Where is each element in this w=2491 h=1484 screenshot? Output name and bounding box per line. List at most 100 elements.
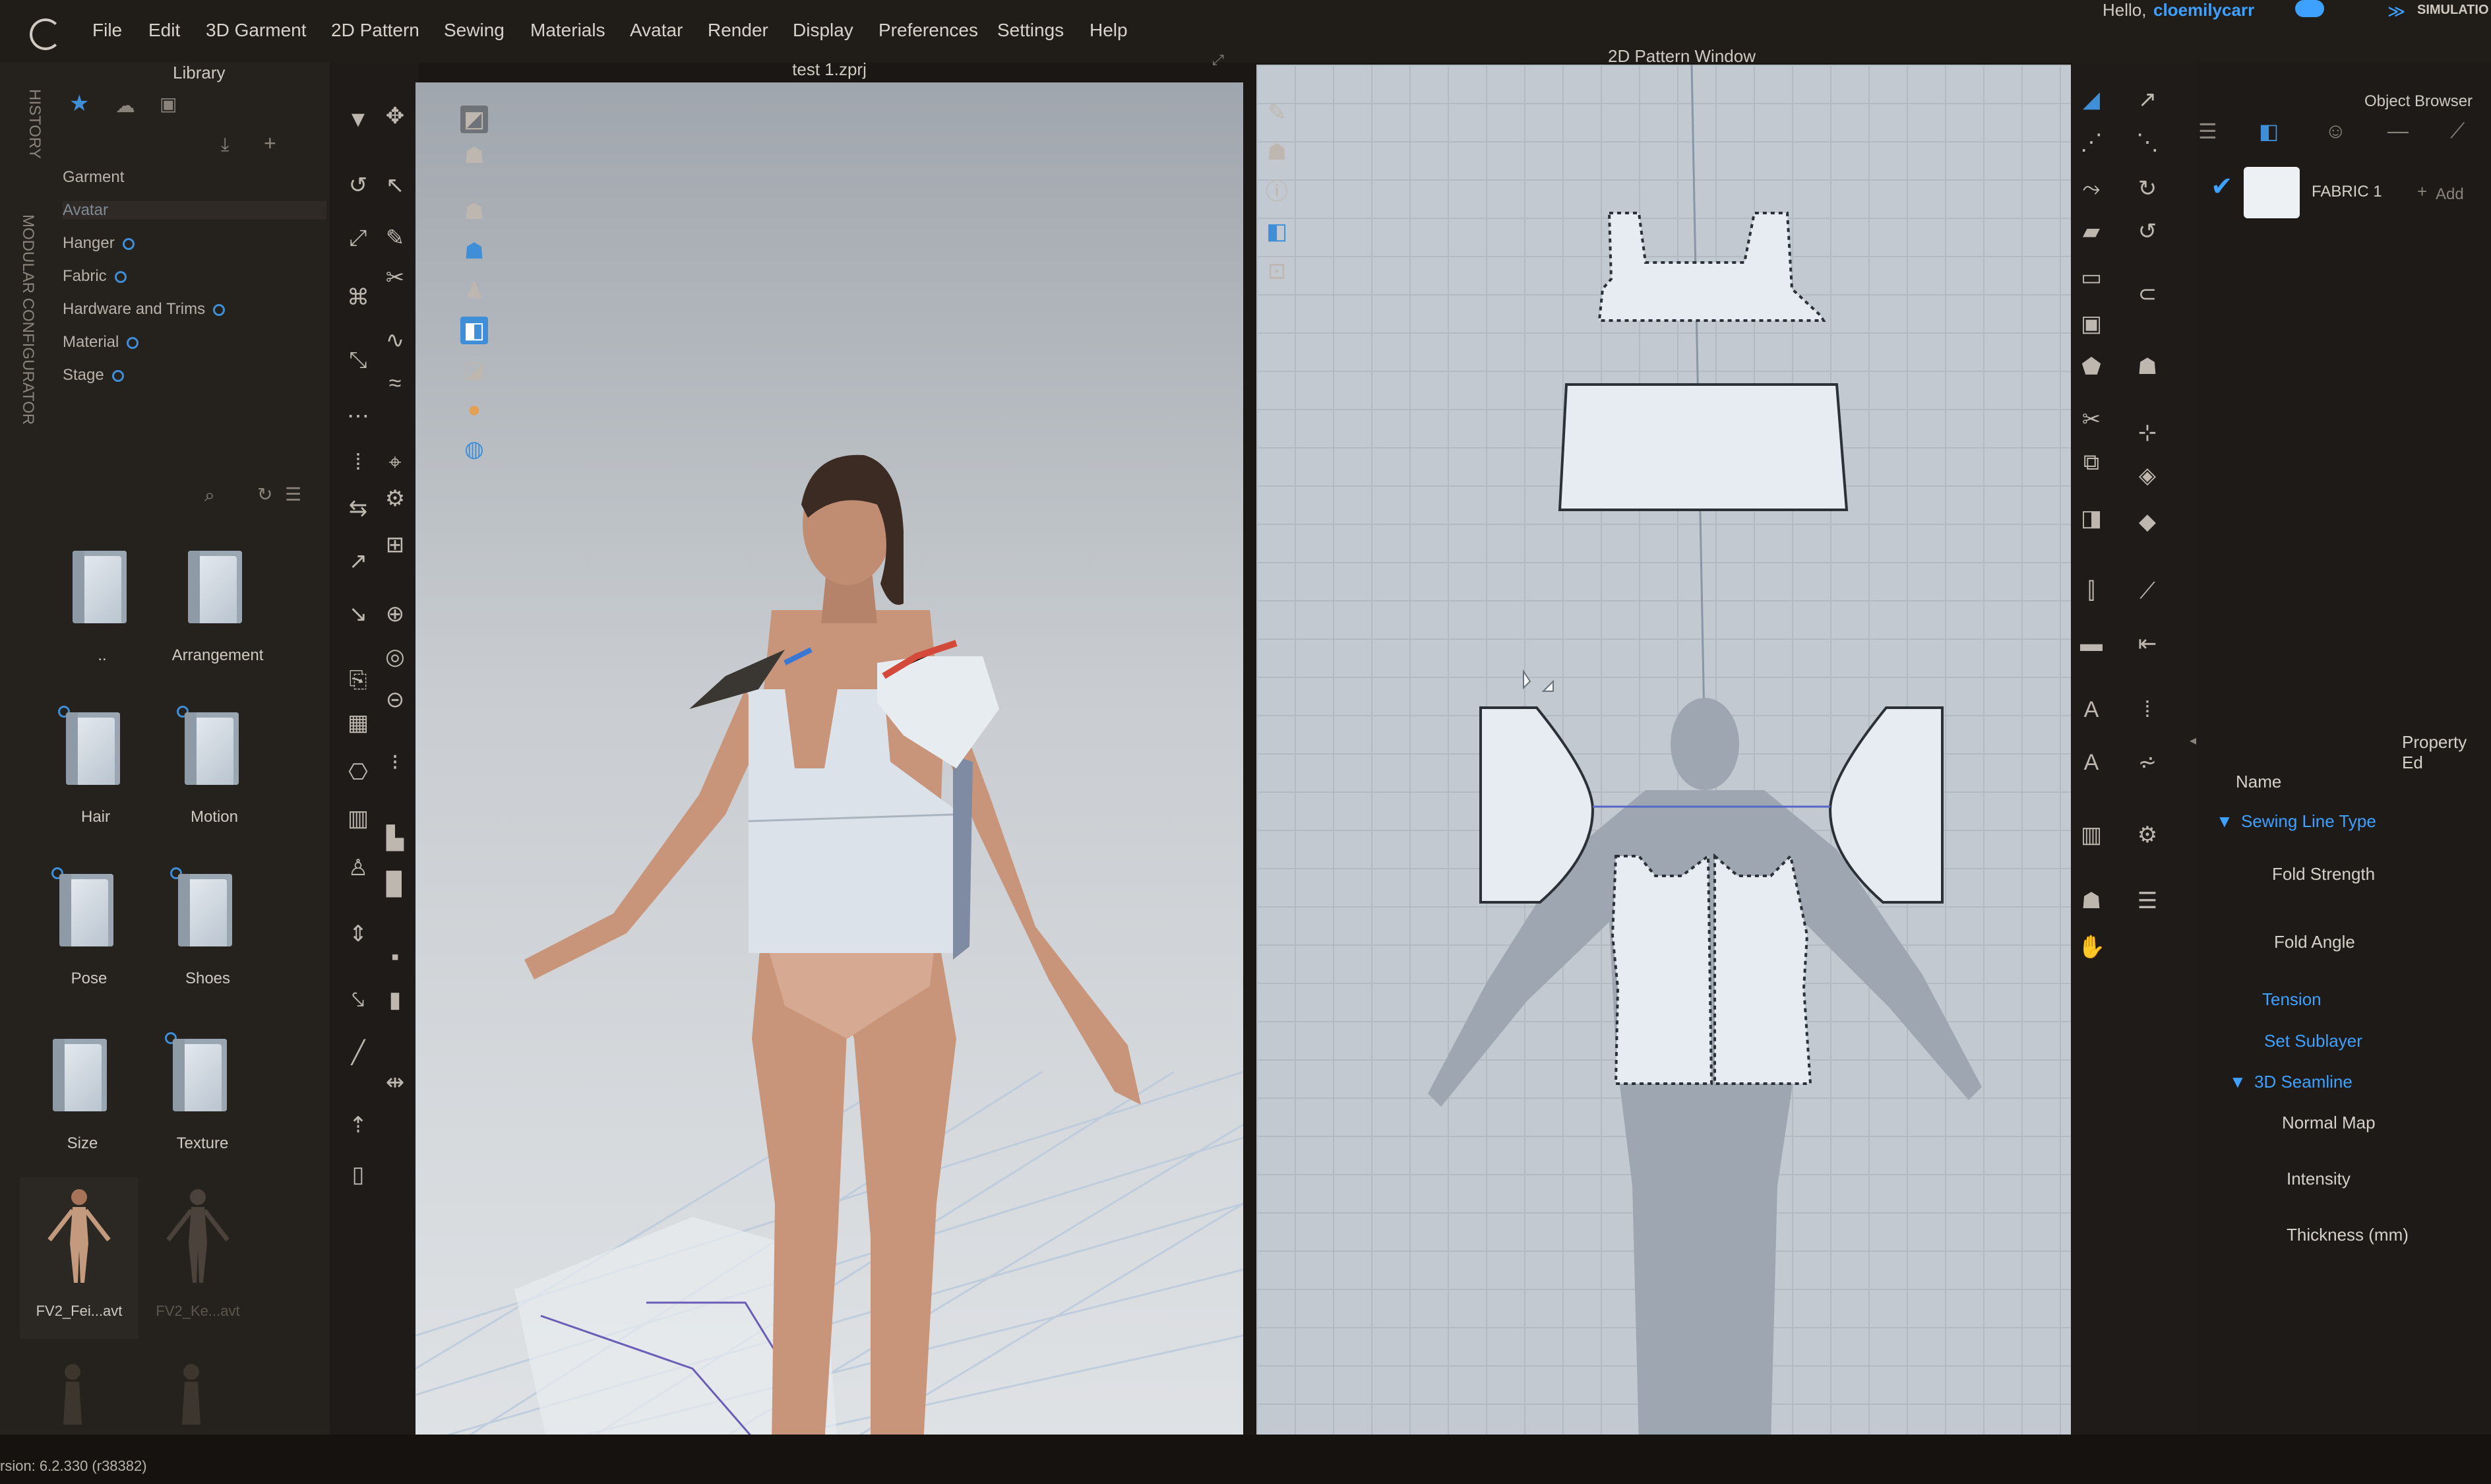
trace-icon[interactable]: ⤥ bbox=[344, 986, 372, 1014]
size-icon[interactable]: ⇕ bbox=[344, 920, 372, 948]
text-icon[interactable]: A bbox=[2077, 696, 2105, 724]
folder-texture[interactable]: Texture bbox=[146, 1032, 259, 1190]
rotate-icon[interactable]: ↺ bbox=[2134, 218, 2161, 245]
dotted-icon[interactable]: ⁞ bbox=[344, 448, 372, 476]
add-plus-icon[interactable]: + bbox=[2417, 181, 2427, 202]
diamond-icon[interactable]: ◈ bbox=[2134, 462, 2161, 489]
seam-icon[interactable]: ⊹ bbox=[2134, 419, 2161, 447]
avatar-pose-icon[interactable]: ♙ bbox=[344, 854, 372, 882]
list-view-icon[interactable]: ☰ bbox=[285, 483, 301, 505]
add-icon[interactable]: + bbox=[264, 131, 276, 156]
fabric-swatch[interactable] bbox=[2244, 167, 2300, 218]
line-icon[interactable]: ↗ bbox=[344, 547, 372, 575]
cloud-library-icon[interactable]: ☁ bbox=[115, 94, 135, 117]
lib-cat-hardware[interactable]: Hardware and Trims bbox=[63, 300, 226, 319]
select-mesh-icon[interactable]: ↖ bbox=[381, 171, 409, 199]
garment-icon[interactable]: ⌘ bbox=[344, 284, 372, 311]
gift-icon[interactable]: ⎔ bbox=[344, 758, 372, 786]
dotted-line-icon[interactable]: ⋰ bbox=[2077, 129, 2105, 156]
avatar-skin-icon[interactable]: ● bbox=[460, 396, 488, 423]
menu-3d-garment[interactable]: 3D Garment bbox=[206, 20, 307, 41]
menu-settings[interactable]: Settings bbox=[997, 20, 1064, 41]
folder-hair[interactable]: Hair bbox=[40, 706, 152, 864]
button-icon[interactable]: ⚙ bbox=[381, 485, 409, 512]
display-garment-icon[interactable]: ◩ bbox=[460, 106, 488, 133]
node-edit-icon[interactable]: ⋱ bbox=[2134, 129, 2161, 156]
menu-display[interactable]: Display bbox=[793, 20, 853, 41]
refresh-icon[interactable]: ↻ bbox=[257, 483, 272, 505]
info-icon[interactable]: ⓘ bbox=[1263, 178, 1291, 206]
shirt-texture-icon[interactable]: ☗ bbox=[460, 237, 488, 265]
shirt-fill-icon[interactable]: ☗ bbox=[2077, 887, 2105, 915]
circle-icon[interactable]: ◎ bbox=[381, 643, 409, 671]
modular-configurator-tab[interactable]: MODULAR CONFIGURATOR bbox=[18, 214, 37, 425]
avatar-thumb-feifei[interactable]: FV2_Fei...avt bbox=[20, 1177, 138, 1339]
arrow-select-icon[interactable]: ↗ bbox=[2134, 86, 2161, 113]
pattern-texture-icon[interactable]: ◧ bbox=[1263, 218, 1291, 245]
pattern-shirt-icon[interactable]: ☗ bbox=[1263, 139, 1291, 166]
pattern-lock-icon[interactable]: ⊡ bbox=[1263, 257, 1291, 285]
shirt-icon[interactable]: ☗ bbox=[460, 142, 488, 170]
measure-line-icon[interactable]: ⇤ bbox=[2134, 630, 2161, 658]
folder-pose[interactable]: Pose bbox=[33, 867, 145, 1026]
curve-point-icon[interactable]: ↻ bbox=[2134, 175, 2161, 202]
pencil-icon[interactable]: ⟋ bbox=[2450, 119, 2465, 144]
pen-icon[interactable]: ╱ bbox=[344, 1039, 372, 1067]
lib-cat-stage[interactable]: Stage bbox=[63, 366, 124, 385]
gear-icon[interactable]: ⚙ bbox=[2134, 821, 2161, 849]
prop-3d-seamline-arrow-icon[interactable]: ▼ bbox=[2229, 1072, 2246, 1092]
rectangle-icon[interactable]: ▭ bbox=[2077, 264, 2105, 292]
segment-icon[interactable]: ◢ bbox=[2077, 86, 2105, 113]
prop-sewing-line-type-arrow-icon[interactable]: ▼ bbox=[2216, 811, 2233, 832]
edit-curve-icon[interactable]: ⤳ bbox=[2077, 175, 2105, 202]
select-move-icon[interactable]: ▼ bbox=[344, 106, 372, 133]
cut-icon[interactable]: ✂ bbox=[2077, 406, 2105, 433]
internal-rect-icon[interactable]: ▣ bbox=[2077, 310, 2105, 338]
diamond-grid-icon[interactable]: ◆ bbox=[2134, 508, 2161, 536]
link-icon[interactable]: ↘ bbox=[344, 600, 372, 628]
maximize-3d-icon[interactable]: ⤢ bbox=[1212, 51, 1224, 69]
fabric-check-icon[interactable]: ✔ bbox=[2211, 171, 2233, 202]
annotation-icon[interactable]: ⁞ bbox=[2134, 696, 2161, 724]
curve-icon[interactable]: ∿ bbox=[381, 326, 409, 354]
split-arrow-icon[interactable]: ⇹ bbox=[381, 1068, 409, 1096]
fold-icon[interactable]: ✂ bbox=[381, 264, 409, 292]
menu-edit[interactable]: Edit bbox=[148, 20, 180, 41]
fold-arrangement-icon[interactable]: ✥ bbox=[381, 102, 409, 130]
menu-file[interactable]: File bbox=[92, 20, 122, 41]
shade-icon[interactable]: ▉ bbox=[381, 871, 409, 898]
add-button[interactable]: Add bbox=[2436, 185, 2464, 204]
width-icon[interactable]: ⩫ bbox=[2134, 749, 2161, 776]
lock-icon[interactable]: ⊝ bbox=[381, 686, 409, 714]
prop-tension[interactable]: Tension bbox=[2262, 989, 2322, 1010]
polygon-icon[interactable]: ⬟ bbox=[2077, 353, 2105, 381]
menu-help[interactable]: Help bbox=[1090, 20, 1128, 41]
list-view-icon[interactable]: ☰ bbox=[2198, 119, 2217, 144]
lib-cat-fabric[interactable]: Fabric bbox=[63, 267, 127, 286]
edit-pattern-icon[interactable]: ⤢ bbox=[344, 224, 372, 252]
mirror-icon[interactable]: ⧉ bbox=[2077, 448, 2105, 476]
move-avatar-icon[interactable]: ⇡ bbox=[344, 1111, 372, 1139]
surface-icon[interactable]: ◪ bbox=[460, 356, 488, 384]
columns-icon[interactable]: ▥ bbox=[2077, 821, 2105, 849]
store-icon[interactable]: ▣ bbox=[160, 93, 177, 115]
menu-materials[interactable]: Materials bbox=[530, 20, 605, 41]
panel-icon[interactable]: ▮ bbox=[381, 986, 409, 1014]
block-icon[interactable]: ▙ bbox=[381, 824, 409, 852]
lib-cat-hanger[interactable]: Hanger bbox=[63, 234, 135, 253]
menu-2d-pattern[interactable]: 2D Pattern bbox=[331, 20, 419, 41]
cloud-icon[interactable] bbox=[2295, 0, 2324, 17]
simulation-label[interactable]: SIMULATIO bbox=[2417, 3, 2489, 18]
book-icon[interactable]: ▥ bbox=[344, 805, 372, 832]
pattern-display-icon[interactable]: ✎ bbox=[1263, 99, 1291, 127]
folder-size[interactable]: Size bbox=[26, 1039, 138, 1190]
folder-shoes[interactable]: Shoes bbox=[152, 867, 264, 1026]
lib-cat-material[interactable]: Material bbox=[63, 333, 139, 352]
globe-icon[interactable]: ◍ bbox=[460, 435, 488, 463]
ruler-diagonal-icon[interactable]: ⟋ bbox=[2134, 577, 2161, 605]
shirt-solid-icon[interactable]: ☗ bbox=[460, 198, 488, 226]
cylinder-icon[interactable]: ▯ bbox=[344, 1161, 372, 1189]
curve-edit-icon[interactable]: ≈ bbox=[381, 369, 409, 397]
transform-icon[interactable]: ↺ bbox=[344, 171, 372, 199]
menu-avatar[interactable]: Avatar bbox=[630, 20, 683, 41]
